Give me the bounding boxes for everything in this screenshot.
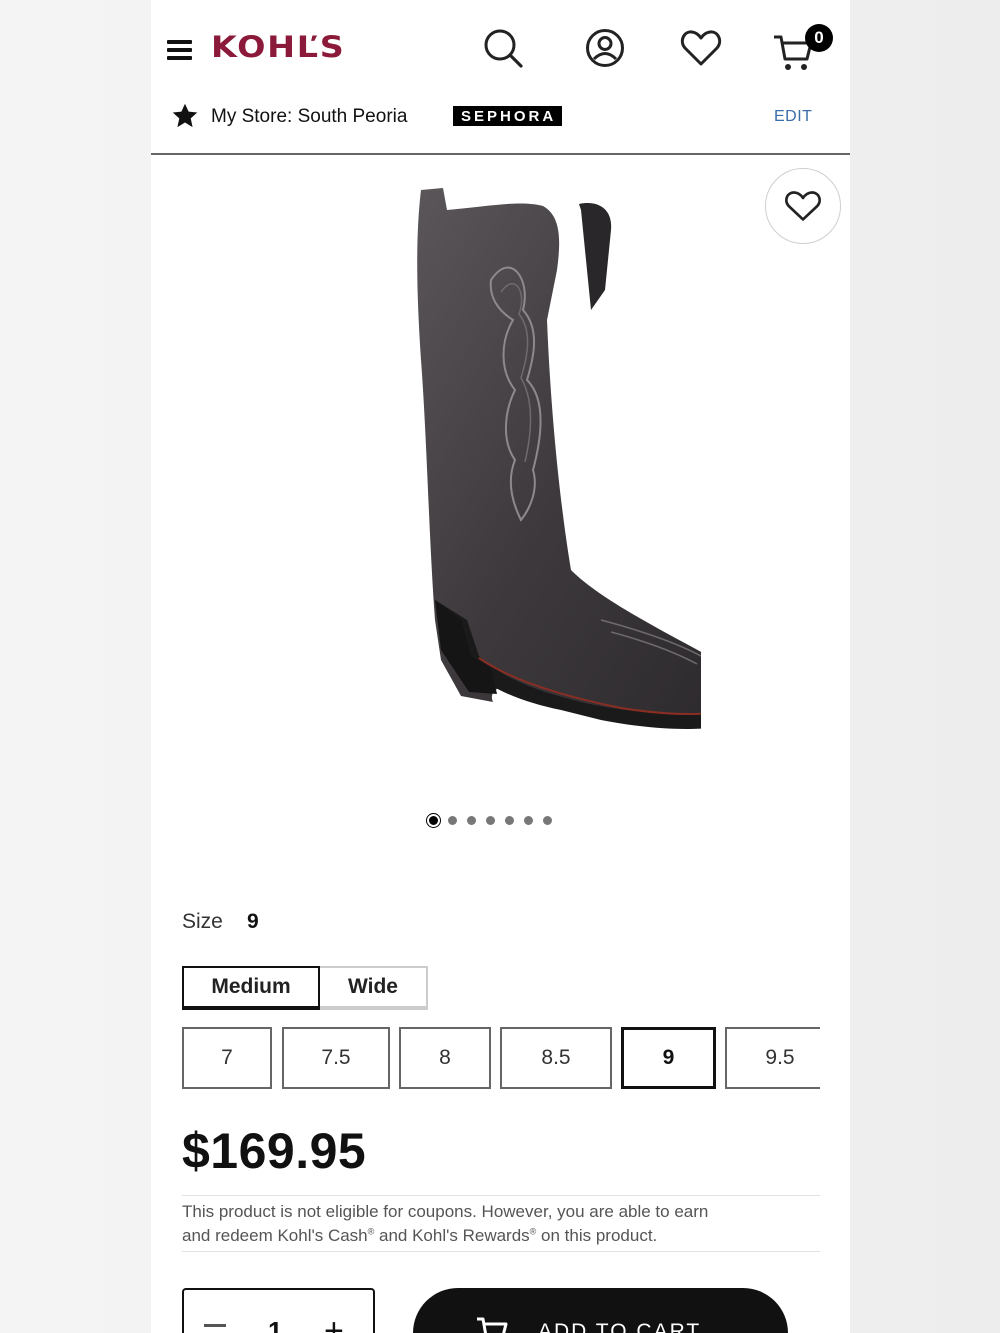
- quantity-value[interactable]: 1: [268, 1316, 282, 1333]
- heart-icon: [785, 191, 821, 221]
- coupon-notice: This product is not eligible for coupons…: [182, 1195, 820, 1252]
- add-to-cart-button[interactable]: ADD TO CART: [413, 1288, 788, 1333]
- carousel-dot[interactable]: [429, 816, 438, 825]
- size-option[interactable]: 8.5: [500, 1027, 612, 1089]
- kohls-logo[interactable]: KOHĽS: [211, 30, 346, 64]
- size-option[interactable]: 7.5: [282, 1027, 390, 1089]
- quantity-increase-button[interactable]: +: [324, 1314, 344, 1333]
- carousel-dot[interactable]: [486, 816, 495, 825]
- search-icon[interactable]: [479, 24, 527, 72]
- carousel-dot[interactable]: [467, 816, 476, 825]
- coupon-notice-line1: This product is not eligible for coupons…: [182, 1202, 709, 1221]
- header-divider: [151, 153, 850, 155]
- store-row: My Store: South Peoria SEPHORA EDIT: [151, 96, 850, 140]
- add-to-favorites-button[interactable]: [765, 168, 841, 244]
- cart-icon: [477, 1317, 508, 1333]
- size-options: 7 7.5 8 8.5 9 9.5: [182, 1027, 820, 1091]
- carousel-dot[interactable]: [524, 816, 533, 825]
- size-option[interactable]: 7: [182, 1027, 272, 1089]
- carousel-dot[interactable]: [505, 816, 514, 825]
- edit-store-link[interactable]: EDIT: [774, 108, 812, 126]
- carousel-dot[interactable]: [543, 816, 552, 825]
- my-store-label: My Store: South Peoria: [211, 106, 408, 127]
- quantity-decrease-button[interactable]: [204, 1324, 226, 1327]
- size-option[interactable]: 9.5: [725, 1027, 820, 1089]
- image-carousel-dots[interactable]: [429, 816, 552, 825]
- product-image-boot[interactable]: [301, 180, 701, 780]
- quantity-stepper: 1 +: [182, 1288, 375, 1333]
- width-option-medium[interactable]: Medium: [182, 966, 320, 1010]
- product-price: $169.95: [182, 1123, 367, 1179]
- product-page: KOHĽS 0 My Store: South Peoria SEPHORA E…: [151, 0, 850, 1333]
- carousel-dot[interactable]: [448, 816, 457, 825]
- account-icon[interactable]: [581, 24, 629, 72]
- cart-count-badge[interactable]: 0: [805, 24, 833, 52]
- size-label: Size: [182, 910, 223, 933]
- wishlist-icon[interactable]: [677, 24, 725, 72]
- sephora-badge: SEPHORA: [453, 106, 563, 126]
- size-option-selected[interactable]: 9: [621, 1027, 716, 1089]
- add-to-cart-label: ADD TO CART: [538, 1320, 702, 1333]
- size-option[interactable]: 8: [399, 1027, 491, 1089]
- coupon-notice-line2: and redeem Kohl's Cash® and Kohl's Rewar…: [182, 1226, 658, 1245]
- width-option-wide[interactable]: Wide: [320, 966, 428, 1010]
- selected-size-value: 9: [247, 910, 259, 933]
- width-selector: Medium Wide: [182, 966, 428, 1010]
- star-icon: [172, 103, 198, 128]
- menu-icon[interactable]: [167, 40, 192, 60]
